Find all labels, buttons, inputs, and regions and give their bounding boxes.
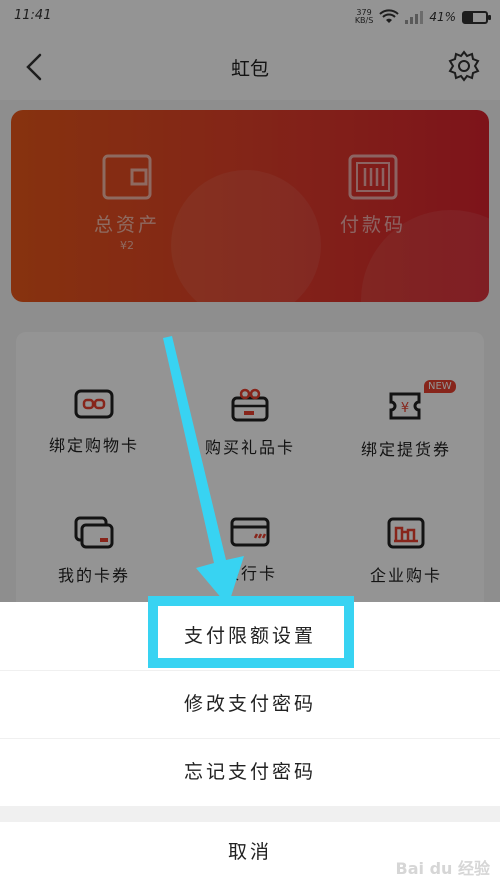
watermark: Bai du 经验 bbox=[395, 859, 490, 878]
action-sheet: 支付限额设置 修改支付密码 忘记支付密码 取消 bbox=[0, 602, 500, 889]
payment-limit-settings-button[interactable]: 支付限额设置 bbox=[0, 602, 500, 670]
forgot-payment-password-button[interactable]: 忘记支付密码 bbox=[0, 739, 500, 806]
change-payment-password-button[interactable]: 修改支付密码 bbox=[0, 671, 500, 738]
